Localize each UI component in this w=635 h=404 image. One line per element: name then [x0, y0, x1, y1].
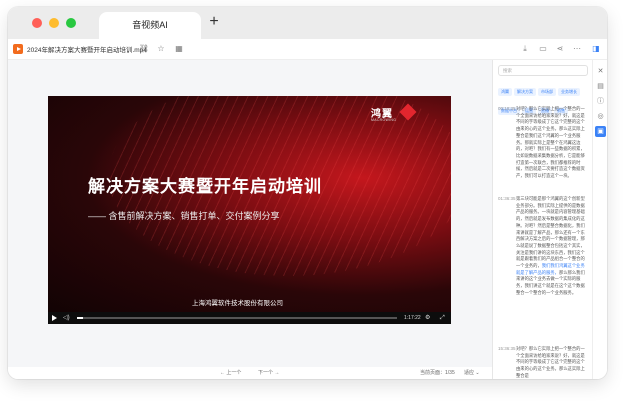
grid-icon[interactable]: ▦ — [173, 43, 185, 55]
tag[interactable]: 市场部 — [538, 88, 556, 96]
compass-icon[interactable]: ◎ — [595, 111, 606, 122]
new-tab-button[interactable]: + — [206, 14, 222, 30]
player-controls: ◁) 1:17:22 ⚙ ⤢ — [48, 312, 451, 324]
transcript-panel: 搜索 鸿翼 解决方案 市场部 业务增长数据中台 运营 直播 销售 00:10:35 对吧？那… — [492, 60, 592, 379]
segment-text-part: 第三块可能是那个鸿翼的这个创新型业务部分。我们实际上提供的是数据产品的服务。一块… — [516, 196, 585, 269]
maximize-window-button[interactable] — [66, 18, 76, 28]
video-title: 解决方案大赛暨开年启动培训 — [88, 177, 322, 196]
progress-fill — [77, 317, 84, 319]
search-input[interactable]: 搜索 — [498, 65, 588, 76]
app-window: 音视频AI + 2024年解决方案大赛暨开年启动培训.mp4 ⛓ ☆ ▦ ⤓ ▭… — [8, 7, 607, 379]
tag[interactable]: 解决方案 — [514, 88, 536, 96]
video-frame: 鸿翼 MACROWING 解决方案大赛暨开年启动培训 —— 含售前解决方案、销售… — [48, 96, 451, 312]
company-logo: 鸿翼 MACROWING — [371, 103, 421, 125]
link-icon[interactable]: ⛓ — [138, 43, 150, 55]
tag[interactable]: 业务增长 — [558, 88, 580, 96]
zoom-select[interactable]: 适应 ⌄ — [464, 369, 480, 376]
document-icon[interactable]: ▤ — [595, 81, 606, 92]
segment-time: 01:36:35 — [498, 196, 516, 201]
share-icon[interactable]: ⋖ — [554, 43, 566, 55]
play-icon[interactable] — [52, 315, 57, 321]
transcript-icon[interactable]: ▣ — [595, 126, 606, 137]
panel-toggle-icon[interactable]: ◨ — [590, 43, 602, 55]
right-sidebar: ✕ ▤ ⓘ ◎ ▣ — [592, 60, 607, 379]
segment-text: 对吧？那么它实际上把一个整合的一个全面采访给咱家来说？好，就这是不同的字等级成了… — [516, 346, 585, 378]
bottom-bar: ← 上一个 下一个 → 当前页面：1/35 适应 ⌄ — [8, 367, 492, 379]
download-icon[interactable]: ⤓ — [519, 43, 531, 55]
file-name: 2024年解决方案大赛暨开年启动培训.mp4 — [27, 47, 147, 54]
segment-time: 15:36:35 — [498, 346, 516, 351]
settings-icon[interactable]: ⚙ — [425, 312, 430, 324]
tag[interactable]: 鸿翼 — [498, 88, 512, 96]
close-window-button[interactable] — [32, 18, 42, 28]
segment-text: 第三块可能是那个鸿翼的这个创新型业务部分。我们实际上提供的是数据产品的服务。一块… — [516, 196, 588, 297]
duration: 1:17:22 — [404, 315, 421, 321]
star-icon[interactable]: ☆ — [155, 43, 167, 55]
title-bar: 音视频AI + — [8, 7, 607, 39]
comment-icon[interactable]: ▭ — [537, 43, 549, 55]
segment-time: 00:10:35 — [498, 106, 516, 111]
video-file-icon — [13, 44, 23, 54]
video-subtitle: —— 含售前解决方案、销售打单、交付案例分享 — [88, 211, 280, 221]
volume-icon[interactable]: ◁) — [63, 312, 70, 324]
tab-audio-video-ai[interactable]: 音视频AI — [99, 12, 201, 39]
next-button[interactable]: 下一个 → — [258, 369, 279, 376]
minimize-window-button[interactable] — [49, 18, 59, 28]
logo-mark-icon — [399, 103, 417, 121]
video-company: 上海鸿翼软件技术股份有限公司 — [192, 300, 283, 307]
fullscreen-icon[interactable]: ⤢ — [440, 312, 445, 324]
info-icon[interactable]: ⓘ — [595, 96, 606, 107]
progress-bar[interactable] — [77, 317, 397, 319]
file-toolbar: 2024年解决方案大赛暨开年启动培训.mp4 ⛓ ☆ ▦ ⤓ ▭ ⋖ ⋯ ◨ — [8, 39, 607, 60]
close-icon[interactable]: ✕ — [595, 66, 606, 77]
page-indicator: 当前页面：1/35 — [420, 370, 455, 376]
more-icon[interactable]: ⋯ — [571, 43, 583, 55]
logo-subtext: MACROWING — [371, 118, 397, 122]
segment-text: 对吧？那么它实际上把一个整合的一个全面采访给咱家来说？好，就这是不同的字等级成了… — [516, 106, 585, 179]
video-player[interactable]: 鸿翼 MACROWING 解决方案大赛暨开年启动培训 —— 含售前解决方案、销售… — [48, 96, 451, 324]
prev-button[interactable]: ← 上一个 — [220, 369, 241, 376]
main-viewer: 鸿翼 MACROWING 解决方案大赛暨开年启动培训 —— 含售前解决方案、销售… — [8, 60, 492, 379]
